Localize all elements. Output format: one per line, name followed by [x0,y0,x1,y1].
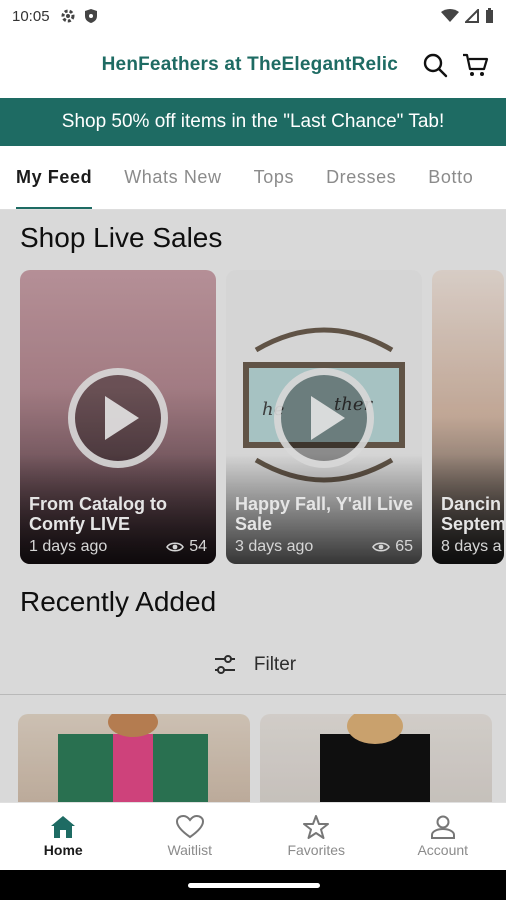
shield-icon [84,9,97,23]
app-header: HenFeathers at TheElegantRelic [0,32,506,98]
dim-overlay [0,210,506,802]
promo-text: Shop 50% off items in the "Last Chance" … [61,111,445,132]
promo-banner[interactable]: Shop 50% off items in the "Last Chance" … [0,98,506,146]
nav-account[interactable]: Account [380,803,506,870]
heart-icon [175,815,204,839]
nav-favorites[interactable]: Favorites [253,803,380,870]
person-icon [430,815,455,839]
wifi-icon [441,9,459,22]
tab-bottoms[interactable]: Botto [428,146,473,209]
battery-icon [486,8,493,23]
nav-waitlist[interactable]: Waitlist [127,803,254,870]
category-tabs: My Feed Whats New Tops Dresses Botto [0,146,506,210]
signal-icon [465,9,479,23]
status-bar: 10:05 [0,0,506,32]
home-icon [51,816,76,838]
star-icon [303,815,330,839]
nav-home[interactable]: Home [0,803,127,870]
cart-icon[interactable] [460,50,490,80]
tab-dresses[interactable]: Dresses [326,146,396,209]
home-gesture-bar[interactable] [188,883,320,888]
store-title: HenFeathers at TheElegantRelic [101,54,398,75]
tab-whats-new[interactable]: Whats New [124,146,221,209]
status-time: 10:05 [12,7,50,25]
bottom-nav: Home Waitlist Favorites Account [0,802,506,870]
search-icon[interactable] [420,50,450,80]
tab-tops[interactable]: Tops [254,146,294,209]
gear-icon [61,9,75,23]
tab-my-feed[interactable]: My Feed [16,146,93,209]
